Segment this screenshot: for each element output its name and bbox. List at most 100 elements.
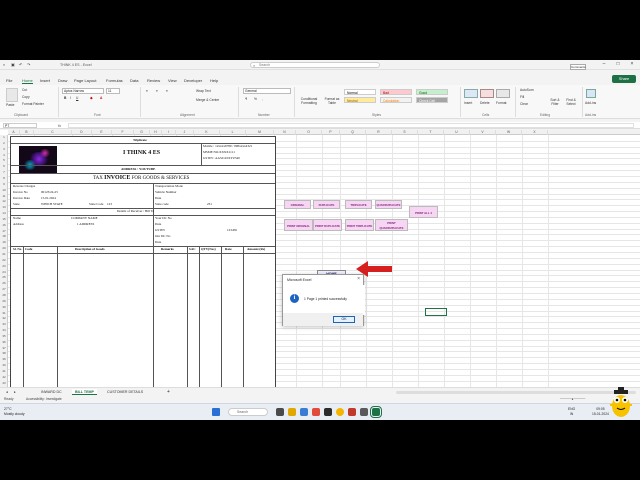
store-icon[interactable] [312,408,320,416]
chrome-icon[interactable] [336,408,344,416]
comma-icon[interactable]: , [262,97,263,101]
task-view-icon[interactable] [276,408,284,416]
cut-button[interactable]: Cut [22,88,27,92]
search-input[interactable]: ⌕ Search [250,62,380,68]
minimize-icon[interactable]: – [598,61,610,67]
ok-button[interactable]: OK [333,316,355,323]
column-header[interactable]: R [366,130,392,135]
column-header[interactable]: P [322,130,340,135]
sort-filter-button[interactable]: Sort & Filter [548,98,562,106]
insert-button[interactable]: Insert [464,101,472,105]
format-cells-icon[interactable] [496,89,510,98]
delete-cells-icon[interactable] [480,89,494,98]
align-top-icon[interactable]: ≡ [146,89,148,93]
button-print-all[interactable]: PRINT ALL 4 [409,206,438,218]
start-icon[interactable] [212,408,220,416]
name-box[interactable]: P7 [3,123,37,128]
column-header[interactable]: Q [340,130,366,135]
percent-icon[interactable]: % [254,97,257,101]
column-header[interactable]: J [176,130,194,135]
column-header[interactable]: S [392,130,418,135]
autosum-button[interactable]: AutoSum [520,88,534,92]
app-icon-3[interactable] [360,408,368,416]
format-as-table-button[interactable]: Format as Table [322,97,342,105]
column-header[interactable]: F [112,130,134,135]
column-header[interactable]: T [418,130,444,135]
insert-cells-icon[interactable] [464,89,478,98]
excel-icon[interactable] [370,406,382,418]
formula-input[interactable] [68,123,634,128]
button-print-original[interactable]: PRINT ORIGINAL [284,219,313,231]
comments-button[interactable]: Comments [570,64,586,70]
conditional-formatting-button[interactable]: Conditional Formatting [297,97,321,105]
redo-icon[interactable]: ↷ [27,62,30,67]
column-header[interactable]: I [162,130,176,135]
column-header[interactable]: K [194,130,220,135]
column-header[interactable]: G [134,130,150,135]
currency-icon[interactable]: ₹ [245,97,247,101]
menu-home[interactable]: Home [22,78,33,84]
clear-button[interactable]: Clear [520,102,528,106]
add-sheet-icon[interactable]: + [164,389,173,395]
menu-developer[interactable]: Developer [184,78,202,83]
merge-center-button[interactable]: Merge & Center [196,98,219,102]
fill-button[interactable]: Fill [520,95,524,99]
delete-button[interactable]: Delete [480,101,490,105]
weather-widget[interactable]: 27°C Mostly cloudy [4,407,25,416]
column-header[interactable]: B [20,130,34,135]
font-name-select[interactable]: Aptos Narrow [62,88,104,94]
font-color-icon[interactable]: A [100,96,102,100]
fill-color-icon[interactable]: ◆ [90,96,93,100]
cell-style-bad[interactable]: Bad [380,89,412,95]
italic-icon[interactable]: I [70,96,71,100]
cell-style-good[interactable]: Good [416,89,448,95]
menu-insert[interactable]: Insert [40,78,50,83]
font-size-select[interactable]: 11 [106,88,120,94]
button-quadruplicate[interactable]: QUADRUPLICATE [375,200,402,209]
bold-icon[interactable]: B [64,96,66,100]
button-original[interactable]: ORIGINAL [284,200,311,209]
undo-icon[interactable]: ↶ [19,62,22,67]
column-header[interactable]: C [34,130,72,135]
paste-button[interactable]: Paste [6,103,14,107]
cell-style-check-cell[interactable]: Check Cell [416,97,448,103]
save-icon[interactable]: ▣ [11,62,15,67]
worksheet-grid[interactable]: ABCDEFGHIJKLMNOPQRSTUVWX 1 2 3 4 5 6 7 8 9 10 11 12… [0,130,640,392]
sheet-tab-inward-dc[interactable]: INWARD DC [38,389,65,395]
prev-sheet-icon[interactable]: ◂ [3,389,11,395]
language-indicator[interactable]: ENG IN [568,407,575,416]
align-bottom-icon[interactable]: ≡ [166,89,168,93]
column-header[interactable]: E [92,130,112,135]
underline-icon[interactable]: U [76,96,78,100]
accessibility-status[interactable]: Accessibility: Investigate [26,397,62,401]
button-print-triplicate[interactable]: PRINT TRIPLICATE [345,219,374,231]
sheet-tab-bill-temp[interactable]: BILL TEMP [72,389,97,395]
number-format-select[interactable]: General [243,88,291,94]
column-header[interactable]: D [72,130,92,135]
column-header[interactable]: O [296,130,322,135]
app-icon-2[interactable] [348,408,356,416]
sheet-tab-customer-details[interactable]: CUSTOMER DETAILS [104,389,146,395]
copy-button[interactable]: Copy [22,95,30,99]
autosave-toggle-icon[interactable]: ◐ [3,62,5,67]
find-select-button[interactable]: Find & Select [564,98,578,106]
format-painter-button[interactable]: Format Painter [22,102,44,106]
addins-icon[interactable] [586,89,596,98]
addins-button[interactable]: Add-ins [585,101,596,105]
fx-icon[interactable]: fx [58,123,61,128]
format-button[interactable]: Format [496,101,506,105]
column-header[interactable]: U [444,130,470,135]
menu-formulas[interactable]: Formulas [106,78,123,83]
menu-file[interactable]: File [6,78,12,83]
file-explorer-icon[interactable] [288,408,296,416]
column-header[interactable]: L [220,130,246,135]
dialog-close-icon[interactable]: × [357,276,360,282]
button-print-quadruplicate[interactable]: PRINT QUADRUPLICATE [375,219,408,231]
horizontal-scrollbar[interactable] [396,391,636,394]
column-header[interactable]: M [246,130,274,135]
taskbar-search[interactable]: Search [228,408,268,416]
share-button[interactable]: Share [612,75,636,83]
edge-icon[interactable] [300,408,308,416]
menu-review[interactable]: Review [147,78,160,83]
column-header[interactable]: A [8,130,20,135]
